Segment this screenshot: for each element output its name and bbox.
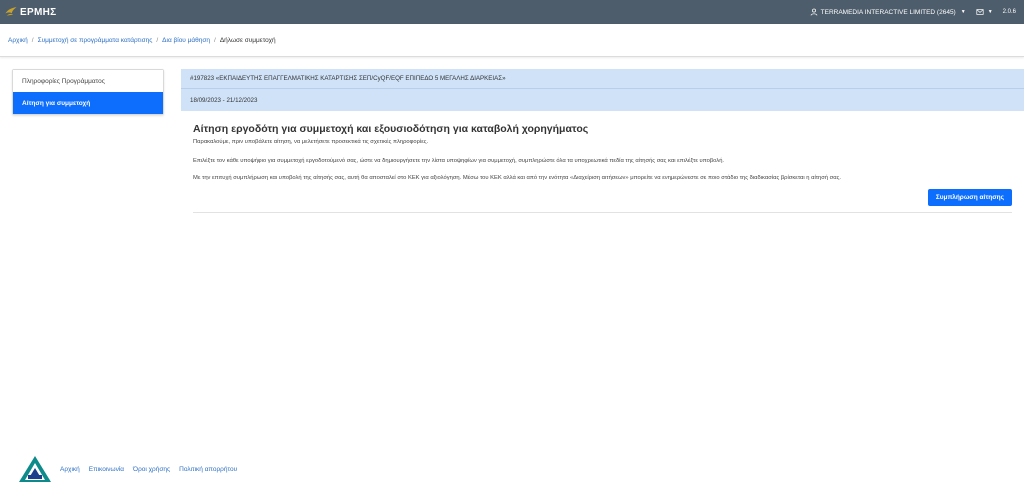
footer-link-privacy[interactable]: Πολιτική απορρήτου <box>179 466 237 473</box>
breadcrumb-separator: / <box>31 36 34 44</box>
fill-application-button[interactable]: Συμπλήρωση αίτησης <box>927 188 1012 206</box>
breadcrumb-home[interactable]: Αρχική <box>8 37 28 44</box>
form-actions: Συμπλήρωση αίτησης <box>193 188 1012 213</box>
chevron-down-icon: ▼ <box>987 9 993 15</box>
intro-text: Παρακαλούμε, πριν υποβάλετε αίτηση, να μ… <box>193 139 429 145</box>
breadcrumb-training-participation[interactable]: Συμμετοχή σε προγράμματα κατάρτισης <box>38 37 153 44</box>
user-name: TERRAMEDIA INTERACTIVE LIMITED (2645) <box>820 8 956 16</box>
top-navbar: ΕΡΜΗΣ TERRAMEDIA INTERACTIVE LIMITED (26… <box>0 0 1024 24</box>
envelope-icon <box>976 9 984 15</box>
hermes-wing-icon <box>5 7 17 16</box>
brand-logo[interactable]: ΕΡΜΗΣ <box>4 5 56 19</box>
submission-info-text: Με την επιτυχή συμπλήρωση και υποβολή τη… <box>193 175 842 182</box>
footer-link-terms[interactable]: Όροι χρήσης <box>133 466 170 473</box>
sidebar-item-participation-request[interactable]: Αίτηση για συμμετοχή <box>13 92 163 114</box>
course-info-card: #197823 «ΕΚΠΑΙΔΕΥΤΗΣ ΕΠΑΓΓΕΛΜΑΤΙΚΗΣ ΚΑΤΑ… <box>181 69 1024 111</box>
instructions-text: Επιλέξτε τον κάθε υποψήφιο για συμμετοχή… <box>193 157 725 164</box>
main-content: #197823 «ΕΚΠΑΙΔΕΥΤΗΣ ΕΠΑΓΓΕΛΜΑΤΙΚΗΣ ΚΑΤΑ… <box>181 69 1024 213</box>
app-version: 2.0.6 <box>1002 9 1016 15</box>
breadcrumb: Αρχική / Συμμετοχή σε προγράμματα κατάρτ… <box>0 24 1024 57</box>
sidebar-nav: Πληροφορίες Προγράμματος Αίτηση για συμμ… <box>12 69 164 115</box>
page-title: Αίτηση εργοδότη για συμμετοχή και εξουσι… <box>193 123 589 135</box>
organization-logo-icon <box>19 456 51 482</box>
breadcrumb-current: Δήλωσε συμμετοχή <box>219 36 276 44</box>
footer-link-contact[interactable]: Επικοινωνία <box>89 466 124 473</box>
breadcrumb-lifelong-learning[interactable]: Δια βίου μάθηση <box>162 37 210 44</box>
course-title: #197823 «ΕΚΠΑΙΔΕΥΤΗΣ ΕΠΑΓΓΕΛΜΑΤΙΚΗΣ ΚΑΤΑ… <box>181 69 1024 89</box>
messages-menu[interactable]: ▼ <box>976 8 993 16</box>
course-dates: 18/09/2023 - 21/12/2023 <box>190 96 258 104</box>
breadcrumb-separator: / <box>214 36 216 44</box>
app-name: ΕΡΜΗΣ <box>20 6 57 18</box>
footer-link-home[interactable]: Αρχική <box>60 466 80 473</box>
footer: Αρχική Επικοινωνία Όροι χρήσης Πολιτική … <box>18 455 237 483</box>
breadcrumb-separator: / <box>156 36 159 44</box>
sidebar-item-program-info[interactable]: Πληροφορίες Προγράμματος <box>13 70 163 92</box>
chevron-down-icon: ▼ <box>960 9 966 15</box>
user-menu[interactable]: TERRAMEDIA INTERACTIVE LIMITED (2645) ▼ <box>810 8 966 16</box>
user-icon <box>810 8 818 16</box>
application-section: Αίτηση εργοδότη για συμμετοχή και εξουσι… <box>181 111 1024 213</box>
